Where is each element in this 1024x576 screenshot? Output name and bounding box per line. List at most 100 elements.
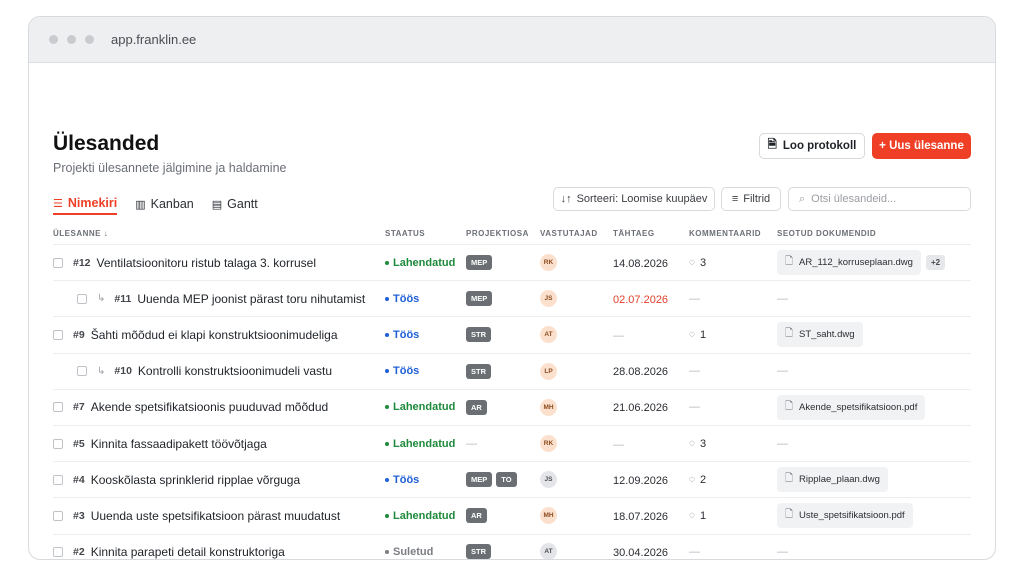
status-badge: Lahendatud	[385, 438, 466, 450]
row-checkbox[interactable]	[53, 546, 63, 557]
subtask-arrow-icon: ↳	[97, 365, 106, 377]
status-label: Suletud	[393, 545, 434, 558]
due-cell: 02.07.2026	[613, 292, 689, 306]
avatar[interactable]: AT	[540, 543, 557, 559]
documents-cell: —	[777, 293, 971, 305]
status-cell: Lahendatud	[385, 257, 466, 269]
avatar[interactable]: RK	[540, 254, 557, 272]
task-title[interactable]: Akende spetsifikatsioonis puuduvad mõõdu…	[91, 400, 329, 414]
row-checkbox[interactable]	[53, 402, 63, 413]
subtask-row[interactable]: ↳ #11 Uuenda MEP joonist pärast toru nihut…	[53, 280, 971, 316]
avatar[interactable]: LP	[540, 362, 557, 380]
documents-cell: 🗋 Akende_spetsifikatsioon.pdf	[777, 394, 971, 420]
status-cell: Lahendatud	[385, 510, 466, 522]
table-header: ÜLESANNE ↓ STAATUS PROJEKTIOSA VASTUTAJA…	[53, 222, 971, 244]
table-row[interactable]: #5 Kinnita fassaadipakett töövõtjaga Lahen…	[53, 424, 971, 461]
document-chip[interactable]: 🗋 Uste_spetsifikatsioon.pdf	[777, 503, 913, 529]
comments-cell: —	[689, 546, 777, 558]
table-row[interactable]: #4 Kooskõlasta sprinklerid ripplae võrgug…	[53, 461, 971, 497]
column-header-status[interactable]: STAATUS	[385, 229, 466, 238]
avatar[interactable]: JS	[540, 471, 557, 489]
document-chip[interactable]: 🗋 Ripplae_plaan.dwg	[777, 467, 888, 493]
row-checkbox[interactable]	[53, 257, 63, 268]
row-checkbox[interactable]	[53, 329, 63, 340]
row-checkbox[interactable]	[53, 510, 63, 521]
row-checkbox[interactable]	[77, 366, 87, 377]
status-cell: Töös	[385, 474, 466, 486]
avatar[interactable]: MH	[540, 507, 557, 525]
due-date: 18.07.2026	[613, 510, 669, 523]
window-close-dot[interactable]	[49, 35, 58, 44]
more-documents-badge[interactable]: +2	[925, 255, 946, 271]
table-row[interactable]: #12 Ventilatsioonitoru ristub talaga 3. k…	[53, 244, 971, 280]
new-task-button[interactable]: + Uus ülesanne	[872, 133, 971, 159]
tab-label: Kanban	[150, 197, 194, 211]
address-bar-url[interactable]: app.franklin.ee	[111, 32, 196, 47]
task-title[interactable]: Kontrolli konstruktsioonimudeli vastu	[138, 364, 332, 378]
table-row[interactable]: #9 Šahti mõõdud ei klapi konstruktsioonim…	[53, 316, 971, 352]
task-cell: #3 Uuenda uste spetsifikatsioon pärast mu…	[53, 509, 385, 523]
discipline-cell: AR	[466, 399, 540, 415]
row-checkbox[interactable]	[77, 293, 87, 304]
empty-value: —	[777, 545, 788, 558]
avatar[interactable]: JS	[540, 290, 557, 308]
kanban-icon: ▥	[135, 198, 146, 211]
column-header-due[interactable]: TÄHTAEG	[613, 229, 689, 238]
document-name: ST_saht.dwg	[799, 329, 855, 341]
column-header-discipline[interactable]: PROJEKTIOSA	[466, 229, 540, 238]
document-chip[interactable]: 🗋 ST_saht.dwg	[777, 322, 863, 348]
task-title[interactable]: Uuenda uste spetsifikatsioon pärast muud…	[91, 509, 340, 523]
comments-cell: —	[689, 293, 777, 305]
search-input[interactable]: ⌕ Otsi ülesandeid...	[788, 187, 971, 211]
avatar[interactable]: MH	[540, 398, 557, 416]
column-header-task[interactable]: ÜLESANNE ↓	[53, 229, 385, 238]
document-name: AR_112_korruseplaan.dwg	[799, 257, 913, 269]
create-protocol-button[interactable]: 🗎 Loo protokoll	[759, 133, 865, 159]
due-date: 21.06.2026	[613, 402, 669, 415]
tab-gantt[interactable]: ▤ Gantt	[212, 193, 258, 215]
tab-list[interactable]: ☰ Nimekiri	[53, 193, 118, 215]
row-checkbox[interactable]	[53, 438, 63, 449]
sort-button[interactable]: ↓↑ Sorteeri: Loomise kuupäev	[553, 187, 715, 211]
task-title[interactable]: Uuenda MEP joonist pärast toru nihutamis…	[137, 292, 365, 306]
avatar[interactable]: RK	[540, 435, 557, 453]
search-placeholder: Otsi ülesandeid...	[811, 193, 897, 205]
document-chip[interactable]: 🗋 Akende_spetsifikatsioon.pdf	[777, 394, 926, 420]
task-title[interactable]: Ventilatsioonitoru ristub talaga 3. korr…	[97, 256, 316, 270]
status-label: Lahendatud	[393, 401, 456, 414]
status-dot-icon	[385, 369, 389, 374]
document-icon: 🗎	[767, 138, 777, 151]
window-zoom-dot[interactable]	[85, 35, 94, 44]
gantt-icon: ▤	[211, 198, 223, 211]
filter-button[interactable]: ≡ Filtrid	[721, 187, 781, 211]
row-checkbox[interactable]	[53, 474, 63, 485]
sort-label: Sorteeri: Loomise kuupäev	[576, 193, 708, 205]
discipline-tag: STR	[466, 363, 491, 379]
status-dot-icon	[385, 477, 389, 482]
task-title[interactable]: Kinnita fassaadipakett töövõtjaga	[91, 437, 267, 451]
table-row[interactable]: #7 Akende spetsifikatsioonis puuduvad mõõ…	[53, 388, 971, 425]
document-chip[interactable]: 🗋 AR_112_korruseplaan.dwg	[777, 250, 921, 276]
due-cell: 14.08.2026	[613, 256, 689, 270]
task-title[interactable]: Šahti mõõdud ei klapi konstruktsioonimud…	[91, 328, 338, 342]
table-row[interactable]: #3 Uuenda uste spetsifikatsioon pärast mu…	[53, 497, 971, 533]
table-row[interactable]: #2 Kinnita parapeti detail konstruktoriga…	[53, 533, 971, 559]
comment-icon: ◌	[689, 257, 695, 269]
subtask-row[interactable]: ↳ #10 Kontrolli konstruktsioonimudeli vast…	[53, 352, 971, 389]
empty-value: —	[689, 292, 700, 305]
documents-cell: 🗋 ST_saht.dwg	[777, 322, 971, 348]
file-icon: 🗋	[785, 473, 794, 485]
task-cell: ↳ #11 Uuenda MEP joonist pärast toru nihut…	[53, 292, 385, 306]
column-header-comments[interactable]: KOMMENTAARID	[689, 229, 777, 238]
status-cell: Lahendatud	[385, 401, 466, 413]
column-header-documents[interactable]: SEOTUD DOKUMENDID	[777, 229, 971, 238]
comment-count: 3	[699, 256, 707, 269]
tab-kanban[interactable]: ▥ Kanban	[135, 193, 194, 215]
avatar[interactable]: AT	[540, 326, 557, 344]
task-title[interactable]: Kooskõlasta sprinklerid ripplae võrguga	[91, 473, 300, 487]
status-label: Lahendatud	[393, 256, 456, 269]
column-header-assignees[interactable]: VASTUTAJAD	[540, 229, 613, 238]
status-dot-icon	[385, 441, 389, 446]
task-title[interactable]: Kinnita parapeti detail konstruktoriga	[91, 545, 285, 559]
window-minimize-dot[interactable]	[67, 35, 76, 44]
